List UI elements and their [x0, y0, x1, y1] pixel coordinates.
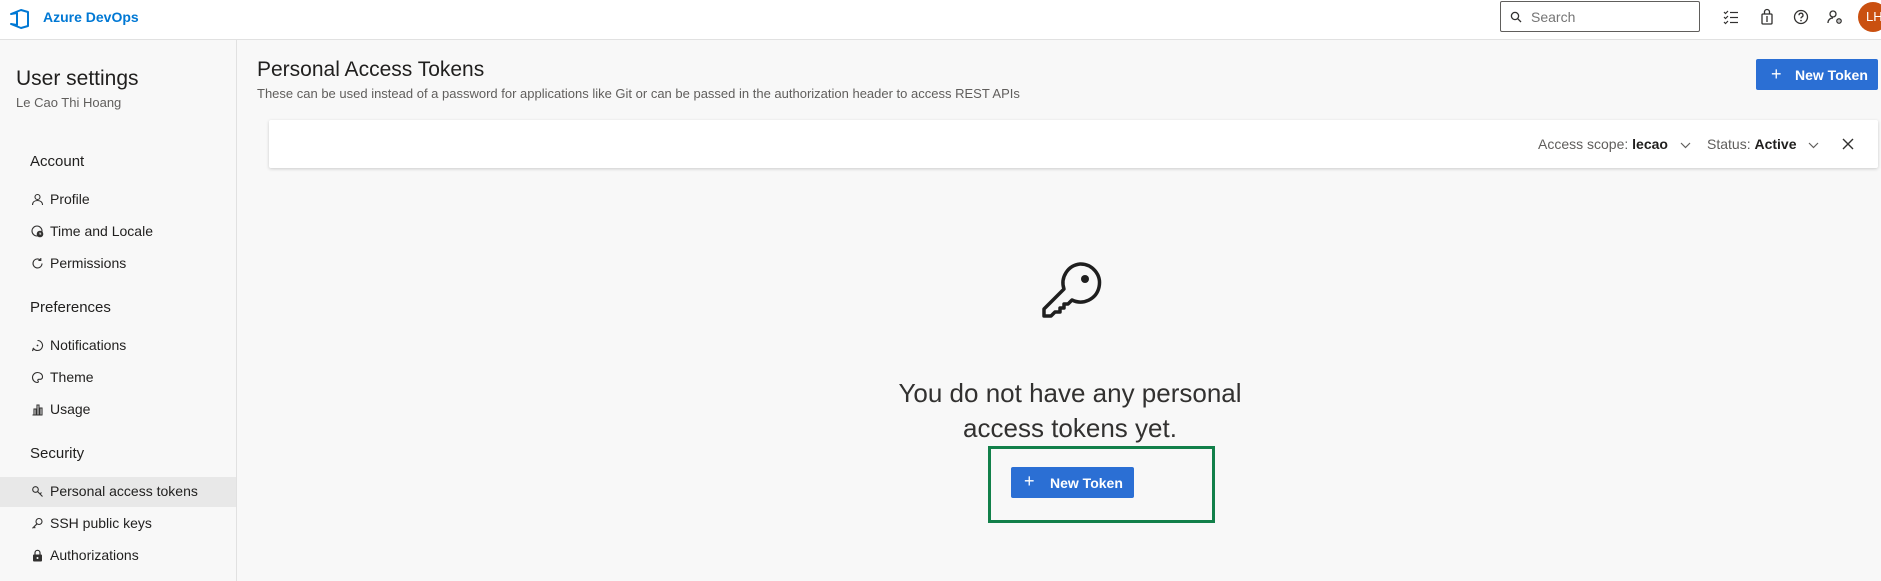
sidebar-item-profile[interactable]: Profile — [0, 185, 236, 215]
chevron-down-icon — [1808, 142, 1819, 149]
lock-icon — [33, 549, 42, 562]
access-scope-value: lecao — [1632, 136, 1668, 152]
empty-state-new-token-label: New Token — [1050, 475, 1123, 491]
page-description: These can be used instead of a password … — [257, 86, 1020, 101]
sidebar-item-theme[interactable]: Theme — [0, 363, 236, 393]
refresh-icon — [32, 258, 43, 269]
sidebar-item-time-and-locale[interactable]: Time and Locale — [0, 217, 236, 247]
search-box[interactable] — [1500, 1, 1700, 32]
avatar[interactable]: LH — [1858, 2, 1881, 32]
profile-icon — [31, 193, 44, 206]
status-label: Status: — [1707, 136, 1751, 152]
plus-icon: + — [1771, 64, 1782, 84]
empty-state-new-token-button[interactable]: + New Token — [1011, 467, 1134, 498]
empty-state-message: You do not have any personal access toke… — [898, 378, 1242, 443]
search-icon — [1510, 11, 1522, 23]
sidebar-title: User settings — [16, 67, 139, 90]
page-title: Personal Access Tokens — [257, 58, 485, 81]
token-icon — [32, 486, 43, 497]
marketplace-bag-icon[interactable] — [1758, 8, 1776, 26]
sidebar-item-label: Theme — [50, 369, 94, 385]
help-icon[interactable] — [1792, 8, 1810, 26]
sidebar-item-label: Personal access tokens — [50, 483, 198, 499]
brand-name[interactable]: Azure DevOps — [43, 9, 139, 25]
search-input[interactable] — [1531, 7, 1691, 27]
key-icon — [1042, 262, 1102, 318]
sidebar-item-authorizations[interactable]: Authorizations — [0, 541, 236, 571]
sidebar-item-label: Permissions — [50, 255, 127, 271]
access-scope-filter[interactable]: Access scope: lecao — [1538, 136, 1691, 152]
key-small-icon — [32, 517, 43, 529]
section-heading-preferences: Preferences — [30, 299, 111, 316]
chevron-down-icon — [1680, 142, 1691, 149]
sidebar-item-label: Usage — [50, 401, 91, 417]
status-value: Active — [1754, 136, 1797, 152]
sidebar-item-label: Authorizations — [50, 547, 139, 563]
section-heading-security: Security — [30, 445, 85, 462]
plus-icon: + — [1024, 471, 1035, 491]
sidebar-item-personal-access-tokens[interactable]: Personal access tokens — [0, 477, 236, 507]
sidebar: User settings Le Cao Thi Hoang Account P… — [0, 40, 237, 581]
azure-devops-logo-icon[interactable] — [8, 7, 32, 31]
chat-icon — [31, 339, 44, 352]
sidebar-item-ssh-public-keys[interactable]: SSH public keys — [0, 509, 236, 539]
chart-icon — [32, 404, 43, 416]
globe-clock-icon — [31, 225, 44, 238]
close-filter-icon[interactable] — [1840, 136, 1856, 152]
user-settings-icon[interactable] — [1826, 8, 1844, 26]
palette-icon — [32, 371, 44, 384]
sidebar-item-permissions[interactable]: Permissions — [0, 249, 236, 279]
top-bar: Azure DevOps LH — [0, 0, 1881, 40]
task-list-icon[interactable] — [1722, 8, 1740, 26]
filter-bar: Access scope: lecao Status: Active — [269, 120, 1878, 168]
sidebar-item-usage[interactable]: Usage — [0, 395, 236, 425]
new-token-button-label: New Token — [1795, 67, 1868, 83]
sidebar-item-notifications[interactable]: Notifications — [0, 331, 236, 361]
sidebar-item-label: SSH public keys — [50, 515, 152, 531]
status-filter[interactable]: Status: Active — [1707, 136, 1819, 152]
sidebar-item-label: Notifications — [50, 337, 127, 353]
sidebar-item-label: Time and Locale — [50, 223, 153, 239]
sidebar-item-label: Profile — [50, 191, 90, 207]
access-scope-label: Access scope: — [1538, 136, 1629, 152]
sidebar-user-name: Le Cao Thi Hoang — [16, 95, 122, 110]
section-heading-account: Account — [30, 153, 85, 170]
new-token-button[interactable]: + New Token — [1756, 59, 1878, 90]
